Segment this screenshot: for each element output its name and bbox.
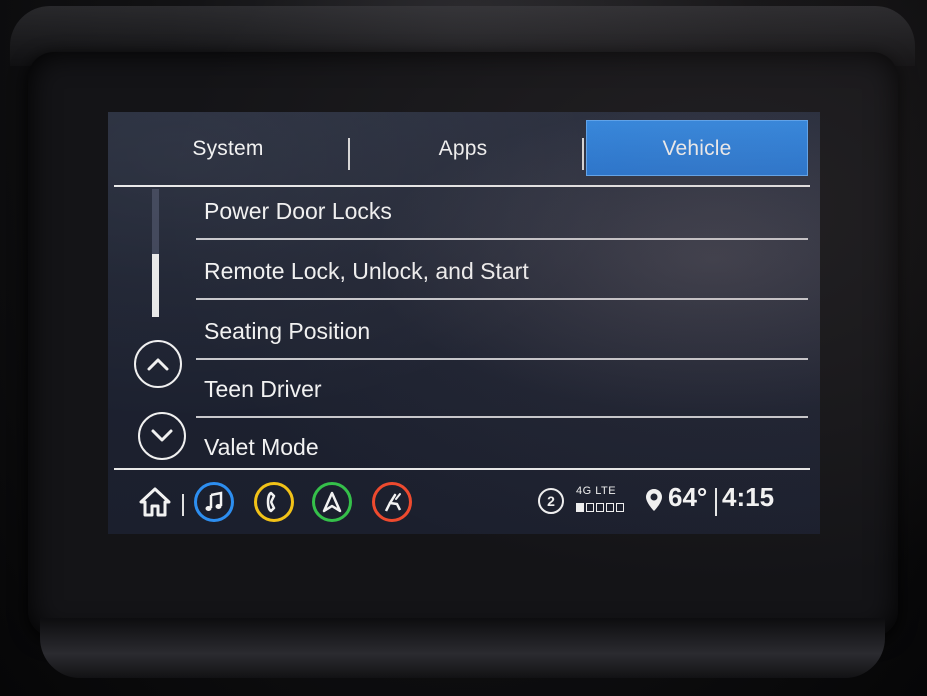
clock: 4:15 [722,482,775,512]
navigation-arrow-icon [322,491,342,513]
tab-divider [582,138,584,170]
tab-apps[interactable]: Apps [368,122,558,176]
home-icon [139,487,171,517]
tab-system[interactable]: System [138,122,318,176]
scroll-up-button[interactable] [134,340,182,388]
network-label: 4G LTE [576,485,617,497]
tab-vehicle[interactable]: Vehicle [586,120,808,176]
audio-button[interactable] [194,482,234,522]
climate-seat-icon [384,493,402,512]
signal-bar [616,503,624,512]
list-item-seating-position[interactable]: Seating Position [196,302,808,360]
location-pin-icon [646,489,662,511]
music-note-icon [205,491,223,511]
bar-divider [182,494,184,516]
phone-button[interactable] [254,482,294,522]
outside-temperature: 64° [668,482,708,512]
bezel-bottom [40,618,885,678]
chevron-up-icon [147,358,169,371]
shortcut-status-bar: 2 4G LTE 64° 4:15 [108,472,820,534]
list-item-teen-driver[interactable]: Teen Driver [196,360,808,418]
list-item-remote-lock-unlock-start[interactable]: Remote Lock, Unlock, and Start [196,242,808,300]
scrollbar-thumb[interactable] [152,254,159,317]
signal-bar [606,503,614,512]
climate-button[interactable] [372,482,412,522]
chevron-down-icon [151,429,173,442]
scroll-down-button[interactable] [138,412,186,460]
list-item-power-door-locks[interactable]: Power Door Locks [196,182,808,240]
signal-bar [596,503,604,512]
tab-divider [348,138,350,170]
home-button[interactable] [138,486,172,518]
settings-tabs: System Apps Vehicle [108,120,820,187]
infotainment-screen: System Apps Vehicle Power Door Locks Rem… [108,112,820,534]
phone-icon [266,491,276,513]
navigation-button[interactable] [312,482,352,522]
notification-badge[interactable]: 2 [538,488,564,514]
list-divider [114,468,810,470]
signal-bar [576,503,584,512]
signal-strength-icon [576,503,624,512]
signal-bar [586,503,594,512]
bar-divider [715,488,717,516]
